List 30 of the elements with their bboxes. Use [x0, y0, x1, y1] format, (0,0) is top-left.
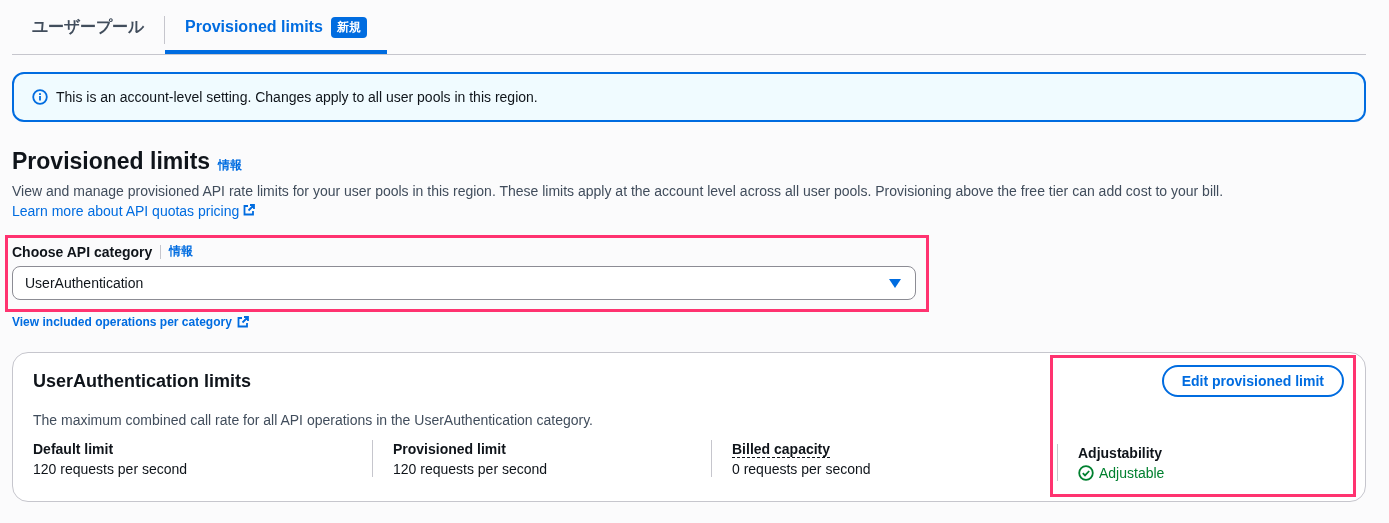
stat-value: 120 requests per second — [393, 461, 549, 477]
stat-label: Default limit — [33, 441, 114, 457]
stat-value: 120 requests per second — [33, 461, 189, 477]
tab[interactable]: Provisioned limits 新規 — [165, 0, 387, 54]
caret-icon — [889, 278, 901, 288]
stat-label: Provisioned limit — [393, 441, 506, 457]
section-description: View and manage provisioned API rate limits for your user pools in this region. These limits apply at the account level across all user pools. Provisioning above the free tier can add cost to your bill. Learn more about API quotas pricing — [12, 182, 1225, 221]
banner-text: This is an account-level setting. Changes apply to all user pools in this region. — [56, 89, 538, 105]
info-link[interactable]: 情報 — [218, 157, 243, 174]
card-title: UserAuthentication limits — [33, 370, 253, 393]
tab-label: ユーザープール — [32, 16, 144, 37]
status-text: Adjustable — [1099, 465, 1165, 481]
info-icon — [32, 89, 48, 105]
operations-link[interactable]: View included operations per category — [12, 315, 249, 329]
stat-label: Adjustability — [1078, 445, 1162, 461]
edit-limit-button[interactable]: Edit provisioned limit — [1161, 365, 1344, 397]
new-badge: 新規 — [330, 16, 367, 38]
external-link-icon — [236, 316, 249, 328]
stat-value: 0 requests per second — [732, 461, 872, 477]
external-link-icon — [243, 204, 256, 216]
stat-label[interactable]: Billed capacity — [732, 441, 831, 458]
tab-label: Provisioned limits — [185, 18, 323, 36]
category-select[interactable]: UserAuthentication — [12, 266, 916, 300]
field-label: Choose API category — [12, 243, 153, 260]
page-title: Provisioned limits — [12, 148, 211, 175]
check-circle-icon — [1078, 465, 1094, 481]
pricing-link[interactable]: Learn more about API quotas pricing — [12, 203, 256, 219]
info-link[interactable]: 情報 — [169, 243, 194, 260]
tab[interactable]: ユーザープール — [12, 0, 164, 54]
card-description: The maximum combined call rate for all API operations in the UserAuthentication category. — [33, 412, 594, 428]
